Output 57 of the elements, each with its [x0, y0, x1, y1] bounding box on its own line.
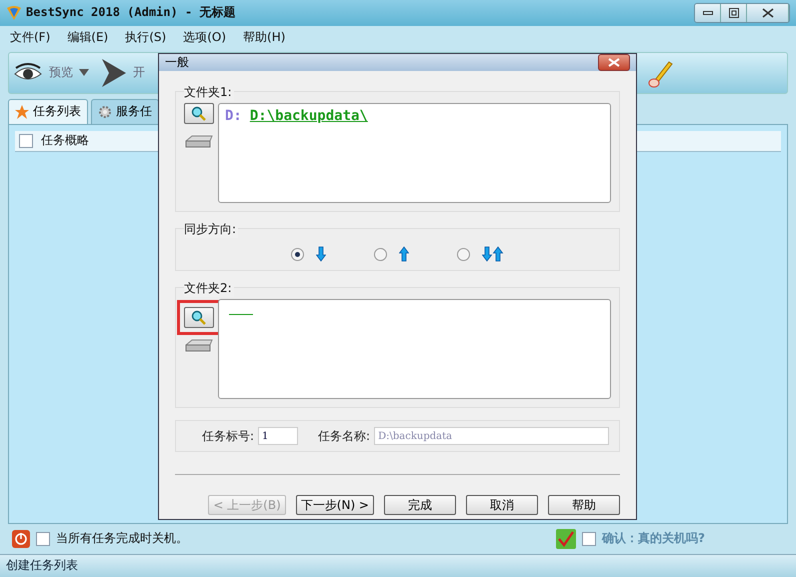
dialog-button[interactable]: 取消 [466, 495, 538, 515]
group-label: 同步方向: [184, 221, 238, 238]
down-arrow-icon [316, 246, 326, 262]
window-title: BestSync 2018 (Admin) - 无标题 [26, 4, 236, 22]
play-arrow-icon[interactable] [101, 58, 127, 88]
magnifier-icon [191, 310, 207, 326]
maximize-icon [728, 8, 738, 18]
column-header: 任务概略 [41, 132, 89, 150]
menu-item[interactable]: 执行(S) [125, 29, 166, 46]
checkbox[interactable] [19, 134, 33, 148]
close-button[interactable] [598, 54, 630, 71]
app-logo-icon [6, 4, 22, 21]
power-icon [12, 530, 30, 548]
up-arrow-icon [399, 246, 409, 262]
dialog-button[interactable]: 完成 [384, 495, 456, 515]
toolbar-label[interactable]: 预览 [49, 64, 73, 82]
group-label: 文件夹1: [184, 84, 234, 101]
field-label: 任务名称: [318, 428, 370, 444]
field-label: 任务标号: [202, 428, 254, 444]
close-button[interactable] [747, 4, 789, 22]
gear-icon [98, 104, 112, 119]
minimize-button[interactable] [695, 4, 721, 22]
dialog-title: 一般 [165, 54, 189, 71]
browse-button[interactable] [184, 307, 214, 328]
status-bar: 创建任务列表 [0, 554, 796, 577]
caret-icon[interactable] [79, 68, 89, 77]
menu-item[interactable]: 选项(O) [183, 29, 226, 46]
checkbox-label: 确认：真的关机吗? [602, 530, 705, 548]
radio-button[interactable] [457, 248, 470, 260]
close-icon [762, 8, 774, 18]
magnifier-icon [191, 106, 207, 122]
tab[interactable]: 服务任 [91, 98, 159, 124]
toolbar-label[interactable]: 开 [133, 64, 145, 82]
path-field[interactable]: D: D:\backupdata\ [218, 103, 611, 203]
maximize-button[interactable] [721, 4, 747, 22]
checkbox[interactable] [36, 532, 50, 546]
menu-item[interactable]: 编辑(E) [67, 29, 108, 46]
dialog-button[interactable]: 帮助 [548, 495, 620, 515]
radio-button[interactable] [374, 248, 387, 260]
menu-item[interactable]: 帮助(H) [243, 29, 286, 46]
input-field[interactable]: 1 [258, 427, 298, 445]
browse-button[interactable] [184, 103, 214, 124]
tab[interactable]: 任务列表 [8, 98, 88, 124]
star-icon [15, 104, 29, 119]
dialog-button[interactable]: 下一步(N) > [296, 495, 374, 515]
close-icon [608, 58, 620, 67]
checkmark-icon [556, 528, 576, 549]
minimize-icon [702, 10, 712, 15]
menu-item[interactable]: 文件(F) [10, 29, 50, 46]
checkbox[interactable] [582, 532, 596, 546]
up-down-arrows-icon [482, 246, 504, 262]
checkbox-label: 当所有任务完成时关机。 [56, 530, 188, 548]
group-label: 文件夹2: [184, 280, 234, 297]
radio-button[interactable] [291, 248, 304, 260]
drive-icon [184, 134, 214, 150]
drive-icon [184, 338, 214, 354]
path-field[interactable] [218, 299, 611, 399]
